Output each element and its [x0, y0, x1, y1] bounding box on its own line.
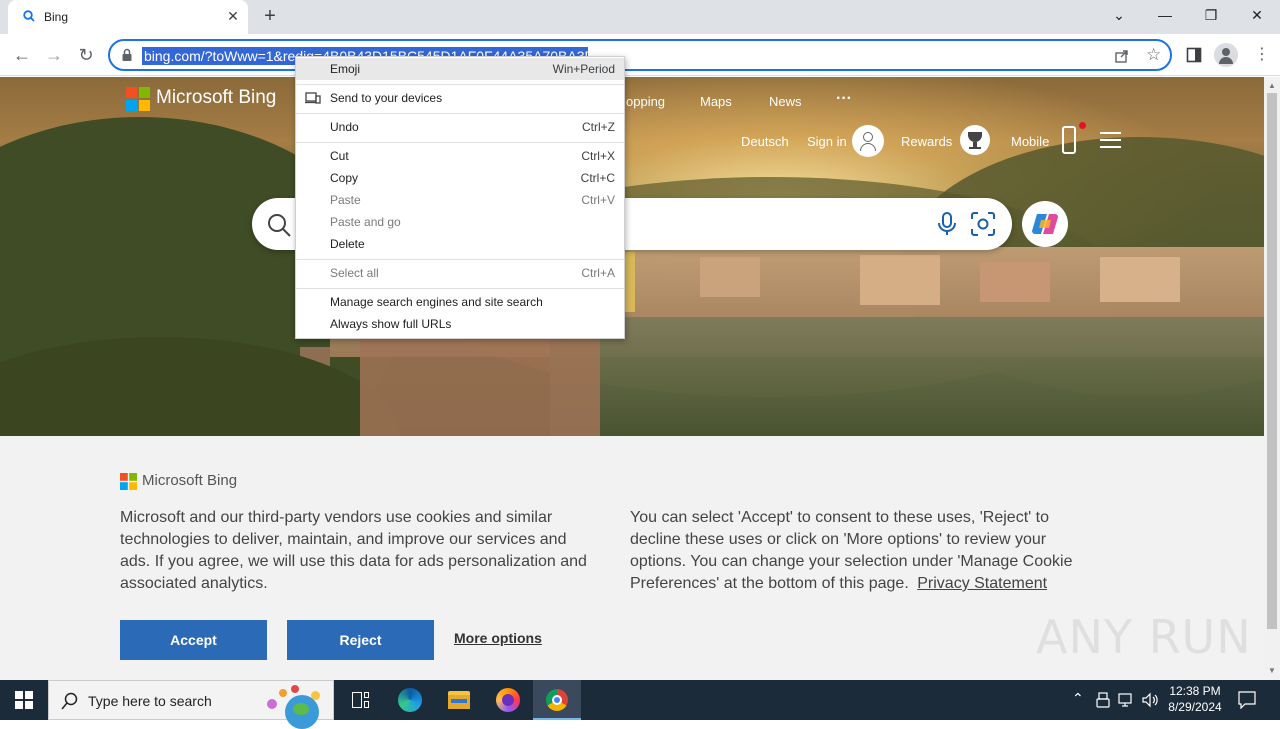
file-explorer-icon[interactable]: [435, 680, 483, 720]
menu-item-copy[interactable]: Copy Ctrl+C: [296, 167, 624, 189]
menu-item-cut[interactable]: Cut Ctrl+X: [296, 145, 624, 167]
usb-device-icon[interactable]: [1096, 692, 1110, 708]
nav-news[interactable]: News: [769, 94, 802, 109]
reject-button[interactable]: Reject: [287, 620, 434, 660]
menu-item-always-show-full-urls[interactable]: Always show full URLs: [296, 313, 624, 335]
microsoft-logo-icon: [126, 87, 150, 111]
menu-item-select-all[interactable]: Select all Ctrl+A: [296, 262, 624, 284]
taskbar-search-box[interactable]: Type here to search: [48, 680, 334, 729]
search-icon: [268, 214, 291, 237]
nav-shopping-partial[interactable]: opping: [626, 94, 665, 109]
side-panel-icon[interactable]: [1186, 47, 1202, 63]
taskbar-search-placeholder: Type here to search: [88, 693, 212, 709]
browser-toolbar: ← → ↻ bing.com/?toWww=1&redig=4B0B43D15B…: [0, 34, 1280, 76]
windows-start-icon[interactable]: [15, 691, 33, 709]
menu-item-delete[interactable]: Delete: [296, 233, 624, 255]
more-options-link[interactable]: More options: [454, 630, 542, 646]
system-clock[interactable]: 12:38 PM 8/29/2024: [1160, 683, 1230, 715]
windows-taskbar: Type here to search ⌃ 12:38 PM 8/29/2024: [0, 680, 1280, 729]
mobile-phone-icon[interactable]: [1062, 126, 1076, 154]
profile-avatar-icon[interactable]: [1214, 43, 1238, 67]
rewards-trophy-icon[interactable]: [960, 125, 990, 155]
bookmark-star-icon[interactable]: ☆: [1146, 45, 1161, 65]
microsoft-logo-icon: [120, 473, 137, 490]
new-tab-button[interactable]: +: [259, 4, 281, 28]
share-icon[interactable]: [1114, 48, 1130, 64]
scrollbar-thumb[interactable]: [1267, 93, 1277, 629]
visual-search-icon[interactable]: [970, 211, 996, 237]
bing-brand-text: Microsoft Bing: [156, 87, 277, 108]
scroll-up-arrow-icon[interactable]: ▲: [1268, 81, 1276, 90]
menu-item-manage-search-engines[interactable]: Manage search engines and site search: [296, 291, 624, 313]
copilot-icon: [1032, 214, 1058, 234]
devices-icon: [305, 92, 321, 104]
firefox-icon[interactable]: [484, 680, 532, 720]
tab-title: Bing: [44, 10, 69, 24]
menu-kebab-icon[interactable]: ⋮: [1250, 43, 1274, 67]
notification-center-icon[interactable]: [1238, 691, 1256, 709]
tray-chevron-up-icon[interactable]: ⌃: [1072, 690, 1084, 707]
microphone-icon[interactable]: [936, 211, 958, 237]
back-arrow-icon[interactable]: ←: [10, 43, 34, 67]
language-link[interactable]: Deutsch: [741, 134, 789, 149]
search-icon: [61, 692, 78, 710]
mobile-link[interactable]: Mobile: [1011, 134, 1049, 149]
hamburger-menu-icon[interactable]: [1100, 132, 1121, 148]
reload-icon[interactable]: ↻: [74, 43, 98, 67]
cookie-brand-text: Microsoft Bing: [142, 472, 238, 489]
network-icon[interactable]: [1118, 692, 1136, 708]
rewards-link[interactable]: Rewards: [901, 134, 952, 149]
cookie-description-left: Microsoft and our third-party vendors us…: [120, 509, 587, 592]
forward-arrow-icon[interactable]: →: [42, 43, 66, 67]
volume-icon[interactable]: [1142, 692, 1160, 708]
address-bar[interactable]: bing.com/?toWww=1&redig=4B0B43D15BC545D1…: [108, 39, 1172, 71]
lock-icon[interactable]: [120, 48, 134, 62]
menu-item-undo[interactable]: Undo Ctrl+Z: [296, 116, 624, 138]
tab-search-chevron-icon[interactable]: ⌄: [1096, 0, 1142, 32]
sign-in-link[interactable]: Sign in: [807, 134, 847, 149]
cookie-description-right: You can select 'Accept' to consent to th…: [630, 507, 1090, 595]
search-highlight-image-icon: [263, 685, 325, 729]
nav-more-icon[interactable]: ···: [836, 90, 852, 108]
copilot-button[interactable]: [1022, 201, 1068, 247]
notification-dot: [1079, 122, 1086, 129]
menu-item-paste-and-go[interactable]: Paste and go: [296, 211, 624, 233]
menu-item-send-to-devices[interactable]: Send to your devices: [296, 87, 624, 109]
anyrun-watermark: ANY RUN: [1036, 610, 1252, 664]
search-favicon-icon: [23, 10, 35, 22]
nav-maps[interactable]: Maps: [700, 94, 732, 109]
tab-strip: Bing ✕ + ⌄ — ❐ ✕: [0, 0, 1280, 34]
chrome-icon-active[interactable]: [533, 680, 581, 720]
page-scrollbar[interactable]: ▲ ▼: [1264, 77, 1280, 680]
clock-date: 8/29/2024: [1168, 700, 1222, 714]
close-window-button[interactable]: ✕: [1234, 0, 1280, 32]
clock-time: 12:38 PM: [1169, 684, 1221, 698]
menu-item-emoji[interactable]: Emoji Win+Period: [296, 58, 624, 80]
tab-close-icon[interactable]: ✕: [224, 7, 242, 25]
context-menu: Emoji Win+Period Send to your devices Un…: [295, 56, 625, 339]
browser-tab-bing[interactable]: Bing ✕: [8, 0, 248, 34]
restore-button[interactable]: ❐: [1188, 0, 1234, 32]
minimize-button[interactable]: —: [1142, 0, 1188, 32]
task-view-icon[interactable]: [336, 680, 384, 720]
user-avatar-icon[interactable]: [852, 125, 884, 157]
menu-item-paste[interactable]: Paste Ctrl+V: [296, 189, 624, 211]
privacy-statement-link[interactable]: Privacy Statement: [917, 575, 1047, 592]
scroll-down-arrow-icon[interactable]: ▼: [1268, 666, 1276, 675]
edge-browser-icon[interactable]: [386, 680, 434, 720]
accept-button[interactable]: Accept: [120, 620, 267, 660]
